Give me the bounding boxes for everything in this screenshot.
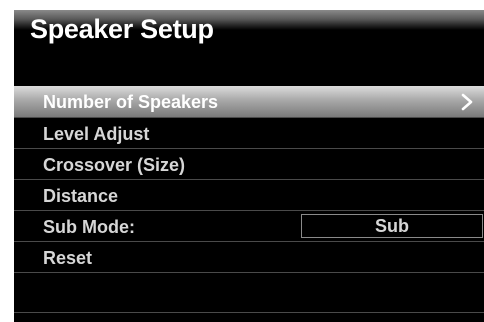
menu-item-level-adjust[interactable]: Level Adjust	[14, 117, 484, 148]
speaker-setup-screen: Speaker Setup Number of Speakers Level A…	[14, 10, 484, 322]
title-bar: Speaker Setup	[14, 10, 484, 86]
menu-item-label: Crossover (Size)	[43, 155, 186, 175]
menu-row-empty	[14, 272, 484, 303]
chevron-right-icon	[461, 93, 473, 111]
menu-item-number-of-speakers[interactable]: Number of Speakers	[14, 86, 484, 117]
menu-item-reset[interactable]: Reset	[14, 241, 484, 272]
page-title: Speaker Setup	[30, 14, 214, 44]
menu-item-label: Reset	[43, 248, 93, 268]
menu-item-sub-mode[interactable]: Sub Mode: Sub	[14, 210, 484, 241]
menu-item-label: Distance	[43, 186, 119, 206]
menu-item-label: Level Adjust	[43, 124, 150, 144]
menu-item-label: Sub Mode:	[43, 217, 135, 237]
speaker-setup-menu: Number of Speakers Level Adjust Crossove…	[14, 86, 484, 303]
menu-item-distance[interactable]: Distance	[14, 179, 484, 210]
menu-item-label: Number of Speakers	[43, 92, 219, 112]
sub-mode-value[interactable]: Sub	[301, 214, 483, 238]
divider	[14, 312, 484, 313]
menu-item-crossover-size[interactable]: Crossover (Size)	[14, 148, 484, 179]
